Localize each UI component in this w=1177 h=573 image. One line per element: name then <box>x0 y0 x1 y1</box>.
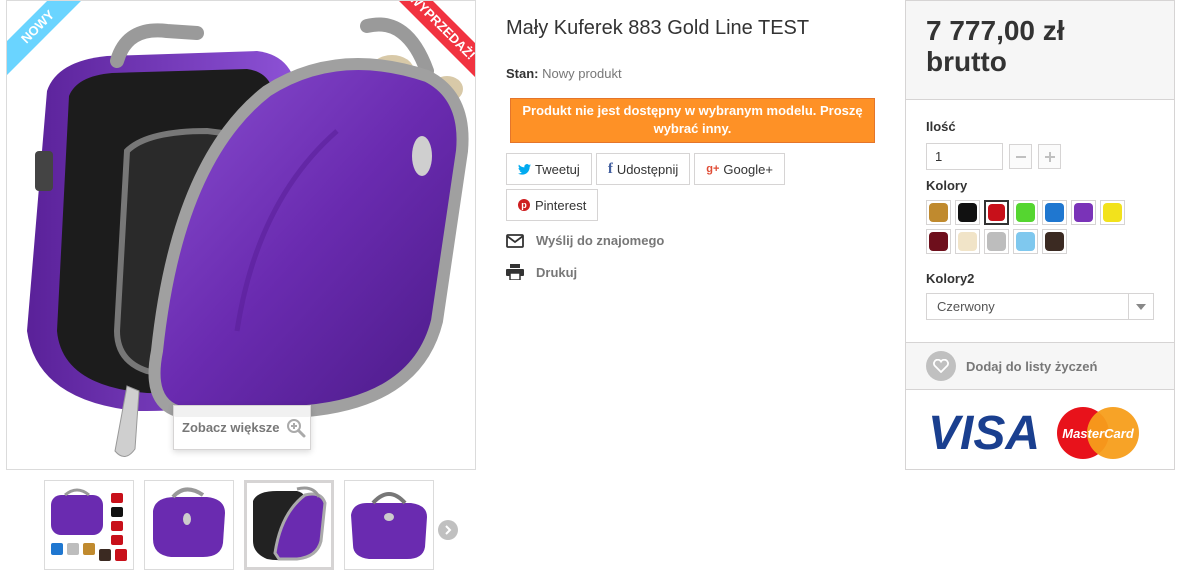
thumbnail-list <box>44 480 434 570</box>
print-link[interactable]: Drukuj <box>506 264 577 280</box>
envelope-icon <box>506 233 524 248</box>
swatch-fill <box>1045 232 1064 251</box>
chevron-right-icon <box>445 525 452 535</box>
thumbnail-1[interactable] <box>44 480 134 570</box>
print-label: Drukuj <box>536 264 578 280</box>
add-to-wishlist-button[interactable]: Dodaj do listy życzeń <box>906 342 1174 390</box>
product-condition: Stan: Nowy produkt <box>506 66 622 81</box>
pinterest-label: Pinterest <box>535 197 587 213</box>
thumbnail-image <box>351 492 427 559</box>
quantity-input[interactable]: 1 <box>926 143 1003 170</box>
color-swatch-burgundy[interactable] <box>926 229 951 254</box>
swatch-fill <box>1103 203 1122 222</box>
facebook-label: Udostępnij <box>616 161 679 177</box>
thumbnail-2[interactable] <box>144 480 234 570</box>
thumbnail-image <box>153 487 225 557</box>
color-swatch-brown[interactable] <box>926 200 951 225</box>
wishlist-label: Dodaj do listy życzeń <box>966 358 1098 374</box>
colors-label: Kolory <box>926 178 968 193</box>
color-swatch-light-blue[interactable] <box>1013 229 1038 254</box>
color-swatch-dark-brown[interactable] <box>1042 229 1067 254</box>
color-swatch-cream[interactable] <box>955 229 980 254</box>
condition-label: Stan: <box>506 66 539 81</box>
quantity-label: Ilość <box>926 119 956 134</box>
swatch-fill <box>1016 232 1035 251</box>
zoom-in-icon <box>286 418 306 437</box>
visa-mastercard-logo: VISA MasterCard <box>928 407 1139 460</box>
google-plus-label: Google+ <box>723 161 773 177</box>
facebook-share-button[interactable]: f Udostępnij <box>595 153 691 185</box>
send-to-friend-link[interactable]: Wyślij do znajomego <box>506 233 664 248</box>
svg-text:p: p <box>521 200 527 210</box>
price-value: 7 777,00 zł <box>926 15 1065 46</box>
swatch-fill <box>958 203 977 222</box>
quantity-increase-button[interactable] <box>1038 144 1061 169</box>
price-suffix: brutto <box>926 46 1007 77</box>
svg-text:VISA: VISA <box>928 407 1040 459</box>
swatch-fill <box>1074 203 1093 222</box>
payment-cards: VISA MasterCard <box>928 405 1140 464</box>
colors2-select[interactable]: Czerwony <box>926 293 1154 320</box>
condition-value: Nowy produkt <box>542 66 622 81</box>
pinterest-icon: p <box>518 199 530 211</box>
tweet-button[interactable]: Tweetuj <box>506 153 592 185</box>
color-swatch-black[interactable] <box>955 200 980 225</box>
tweet-label: Tweetuj <box>535 161 580 177</box>
minus-icon <box>1015 155 1026 158</box>
color-swatch-yellow[interactable] <box>1100 200 1125 225</box>
thumbnail-image <box>253 486 327 561</box>
zoom-label: Zobacz większe <box>182 420 280 435</box>
swatch-fill <box>988 204 1005 221</box>
thumbnail-4[interactable] <box>344 480 434 570</box>
chevron-down-icon <box>1128 294 1153 319</box>
heart-icon <box>926 351 956 381</box>
swatch-fill <box>958 232 977 251</box>
availability-warning: Produkt nie jest dostępny w wybranym mod… <box>510 98 875 143</box>
color-swatch-green[interactable] <box>1013 200 1038 225</box>
swatch-fill <box>1045 203 1064 222</box>
swatch-fill <box>1016 203 1035 222</box>
colors2-selected-value: Czerwony <box>937 299 995 314</box>
color-swatch-silver[interactable] <box>984 229 1009 254</box>
swatch-fill <box>987 232 1006 251</box>
zoom-button[interactable]: Zobacz większe <box>173 405 311 450</box>
product-title: Mały Kuferek 883 Gold Line TEST <box>506 17 810 39</box>
twitter-icon <box>518 163 531 175</box>
swatch-fill <box>929 203 948 222</box>
printer-icon <box>506 264 524 280</box>
color-swatch-blue[interactable] <box>1042 200 1067 225</box>
color-swatch-red[interactable] <box>984 200 1009 225</box>
facebook-icon: f <box>607 160 613 177</box>
colors2-label: Kolory2 <box>926 271 975 286</box>
price-area: 7 777,00 zł brutto <box>906 1 1174 100</box>
google-plus-button[interactable]: g+ Google+ <box>694 153 785 185</box>
pinterest-button[interactable]: p Pinterest <box>506 189 599 221</box>
thumbnail-image <box>51 488 127 561</box>
product-photo <box>27 17 469 457</box>
quantity-decrease-button[interactable] <box>1009 144 1032 169</box>
svg-text:MasterCard: MasterCard <box>1062 426 1135 441</box>
swatch-fill <box>929 232 948 251</box>
product-price: 7 777,00 zł brutto <box>926 15 1065 77</box>
thumbnails-next-button[interactable] <box>438 520 458 540</box>
thumbnail-3[interactable] <box>244 480 334 570</box>
main-product-image[interactable]: NOWY WYPRZEDAŻ! Zobacz większe <box>6 0 476 470</box>
social-share: Tweetuj f Udostępnij g+ Google+ p Pinter… <box>506 153 801 221</box>
google-plus-icon: g+ <box>706 163 720 175</box>
color-swatch-purple[interactable] <box>1071 200 1096 225</box>
plus-icon <box>1044 151 1055 162</box>
color-swatches <box>926 200 1136 254</box>
send-to-friend-label: Wyślij do znajomego <box>536 233 665 248</box>
buy-box: 7 777,00 zł brutto Ilość 1 Kolory Kolory… <box>905 0 1175 470</box>
